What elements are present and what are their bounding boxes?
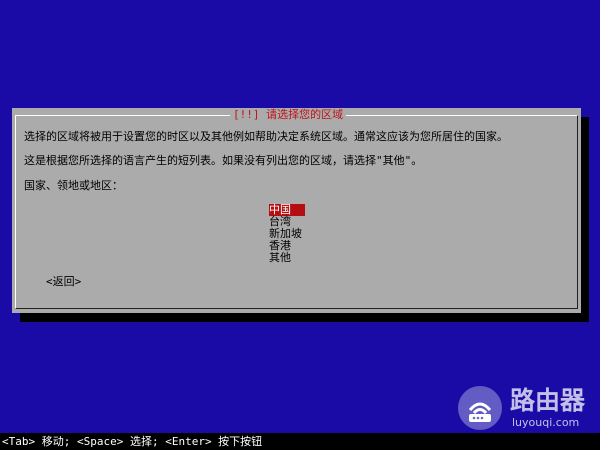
country-option-other[interactable]: 其他 — [269, 252, 305, 264]
key-hint-statusbar: <Tab> 移动; <Space> 选择; <Enter> 按下按钮 — [0, 433, 600, 450]
back-button[interactable]: <返回> — [46, 275, 81, 289]
region-dialog: [!!] 请选择您的区域 选择的区域将被用于设置您的时区以及其他例如帮助决定系统… — [12, 108, 581, 313]
description-line-1: 选择的区域将被用于设置您的时区以及其他例如帮助决定系统区域。通常这应该为您所居住… — [24, 130, 508, 143]
description-line-2: 这是根据您所选择的语言产生的短列表。如果没有列出您的区域，请选择"其他"。 — [24, 154, 423, 167]
watermark: 路由器 luyouqi.com — [458, 386, 598, 432]
country-list[interactable]: 中国 台湾 新加坡 香港 其他 — [269, 204, 305, 264]
watermark-url: luyouqi.com — [512, 416, 580, 429]
country-prompt-label: 国家、领地或地区： — [24, 179, 123, 192]
watermark-name: 路由器 — [510, 386, 586, 415]
dialog-title: [!!] 请选择您的区域 — [230, 108, 347, 122]
router-logo-icon — [458, 386, 502, 430]
